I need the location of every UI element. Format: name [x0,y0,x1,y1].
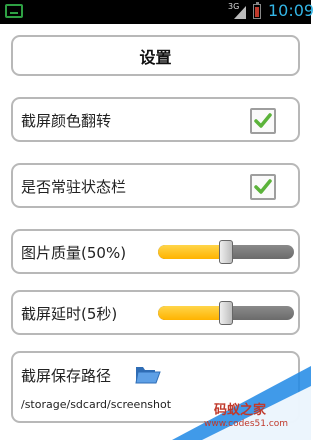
persistent-statusbar-checkbox[interactable] [250,174,276,200]
invert-colors-checkbox[interactable] [250,108,276,134]
slider-thumb[interactable] [219,301,233,325]
checkmark-icon [254,179,272,194]
image-quality-label: 图片质量(50%) [21,244,127,262]
app-notification-icon [5,4,23,18]
watermark-url: www.codes51.com [204,419,289,429]
page-title: 设置 [139,47,172,67]
save-path-label: 截屏保存路径 [21,367,112,385]
status-bar: 3G 10:09 [0,0,315,24]
capture-delay-slider[interactable] [158,301,294,325]
settings-header-button[interactable]: 设置 [11,35,300,76]
watermark-text: 码蚁之家 [214,403,267,418]
capture-delay-row: 截屏延时(5秒) [11,290,300,335]
slider-fill [158,306,226,320]
signal-strength-icon [234,6,246,19]
image-quality-slider[interactable] [158,240,294,264]
site-watermark: 码蚁之家 www.codes51.com [172,366,311,440]
persistent-statusbar-label: 是否常驻状态栏 [21,178,127,196]
invert-colors-row[interactable]: 截屏颜色翻转 [11,97,300,142]
save-path-value: /storage/sdcard/screenshot [21,398,172,411]
slider-thumb[interactable] [219,240,233,264]
status-clock: 10:09 [268,1,315,20]
battery-icon [253,2,261,19]
folder-open-icon[interactable] [135,363,161,385]
invert-colors-label: 截屏颜色翻转 [21,112,112,130]
slider-fill [158,245,226,259]
checkmark-icon [254,113,272,128]
persistent-statusbar-row[interactable]: 是否常驻状态栏 [11,163,300,208]
capture-delay-label: 截屏延时(5秒) [21,305,118,323]
image-quality-row: 图片质量(50%) [11,229,300,274]
